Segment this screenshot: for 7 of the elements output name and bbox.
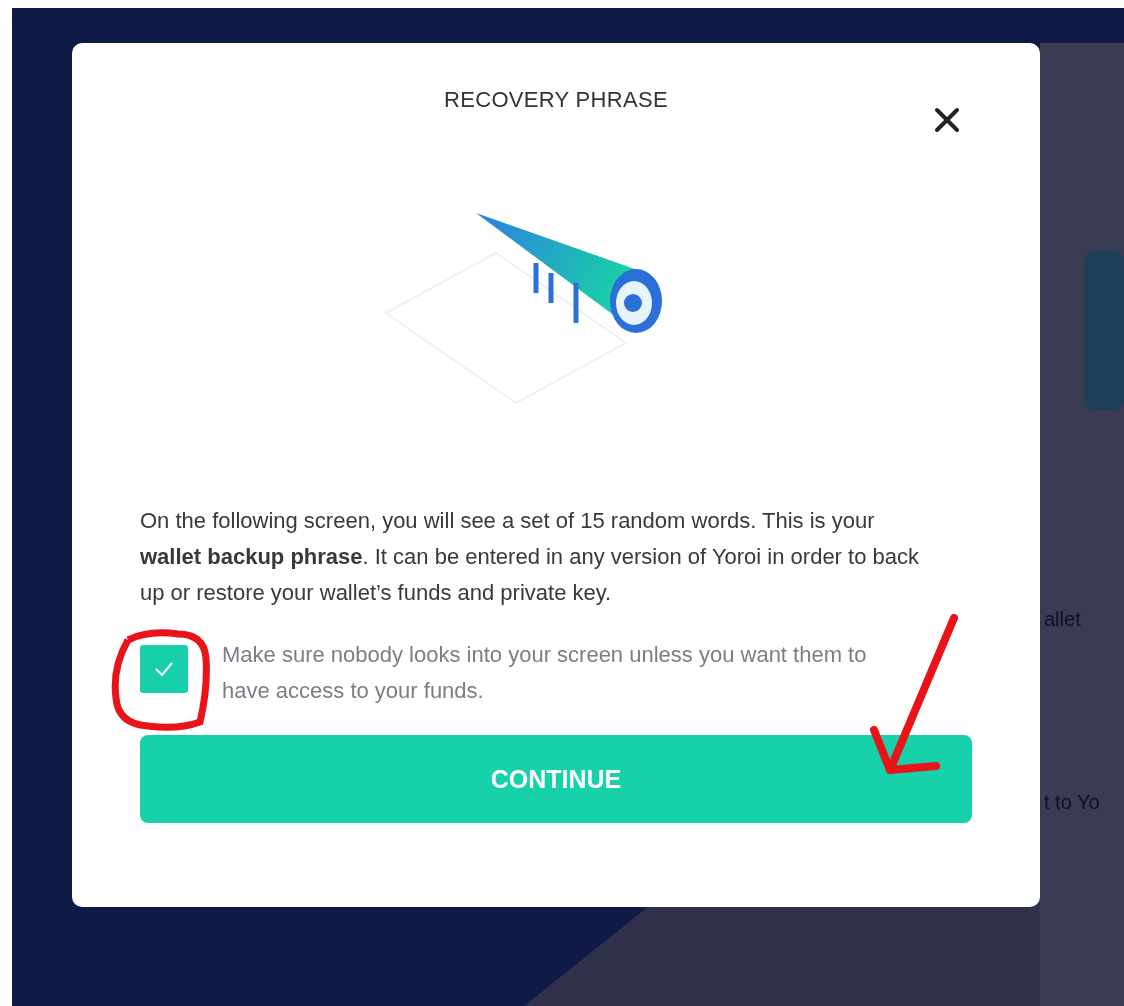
checkbox-label: Make sure nobody looks into your screen unless you want them to have access to your funds. bbox=[222, 641, 868, 705]
checkbox[interactable] bbox=[140, 645, 188, 693]
continue-button[interactable]: CONTINUE bbox=[140, 735, 972, 823]
check-icon bbox=[153, 660, 175, 678]
close-icon[interactable] bbox=[934, 107, 960, 133]
message-text: On the following screen, you will see a set of 15 random words. This is your wallet backup phrase. It can be entered in any version of Yoroi in order to back up or restore your wallet’s funds and private key. bbox=[140, 507, 920, 607]
dialog-title: RECOVERY PHRASE bbox=[444, 87, 668, 113]
